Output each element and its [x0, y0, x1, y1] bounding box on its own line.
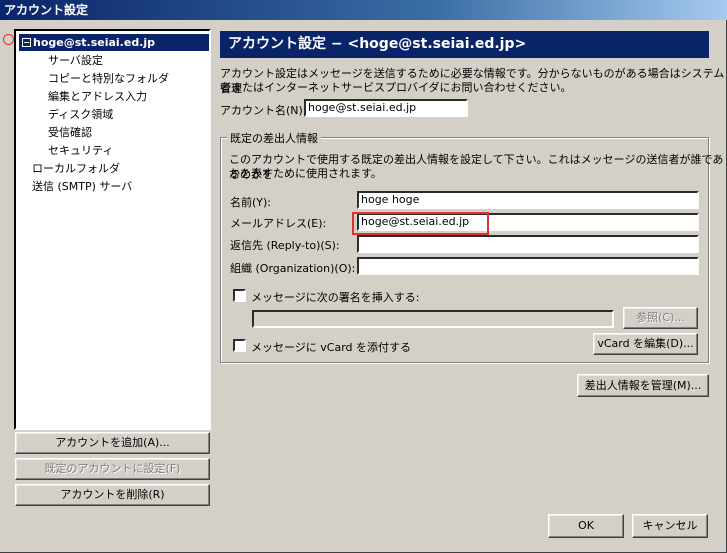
tree-item-copies-folders[interactable]: コピーと特別なフォルダ — [48, 70, 169, 87]
set-default-button[interactable]: 既定のアカウントに設定(F) — [15, 458, 210, 480]
signature-checkbox[interactable] — [233, 289, 246, 302]
account-name-label: アカウント名(N): — [220, 104, 307, 117]
account-name-input[interactable]: hoge@st.seiai.ed.jp — [304, 99, 468, 117]
account-settings-window: アカウント設定 − hoge@st.seiai.ed.jp サーバ設定 コピーと… — [0, 0, 727, 553]
signature-checkbox-label: メッセージに次の署名を挿入する: — [251, 291, 420, 304]
tree-item-disk-space[interactable]: ディスク領域 — [48, 106, 113, 123]
tree-item-account-label: hoge@st.seiai.ed.jp — [33, 36, 156, 49]
browse-button[interactable]: 参照(C)... — [623, 307, 698, 329]
tree-item-local-folders[interactable]: ローカルフォルダ — [32, 160, 120, 177]
tree-item-smtp-server[interactable]: 送信 (SMTP) サーバ — [32, 178, 132, 195]
annotation-highlight — [352, 212, 489, 235]
reply-to-input[interactable] — [357, 235, 699, 253]
panel-header: アカウント設定 − <hoge@st.seiai.ed.jp> — [220, 31, 709, 58]
organization-label: 組織 (Organization)(O): — [230, 262, 356, 275]
account-tree[interactable]: − hoge@st.seiai.ed.jp サーバ設定 コピーと特別なフォルダ … — [14, 29, 211, 430]
tree-item-server-settings[interactable]: サーバ設定 — [48, 52, 103, 69]
vcard-checkbox-label: メッセージに vCard を添付する — [251, 341, 412, 354]
annotation-circle — [3, 34, 14, 45]
organization-input[interactable] — [357, 257, 699, 275]
tree-item-return-receipts[interactable]: 受信確認 — [48, 124, 92, 141]
name-label: 名前(Y): — [230, 196, 272, 209]
signature-file-input[interactable] — [252, 310, 614, 328]
email-label: メールアドレス(E): — [230, 217, 327, 230]
name-input[interactable]: hoge hoge — [357, 191, 699, 209]
reply-to-label: 返信先 (Reply-to)(S): — [230, 239, 340, 252]
identity-description-2: かを表すために使用されます。 — [229, 167, 382, 180]
edit-vcard-button[interactable]: vCard を編集(D)... — [593, 333, 698, 355]
vcard-checkbox[interactable] — [233, 339, 246, 352]
window-title: アカウント設定 — [0, 0, 727, 20]
cancel-button[interactable]: キャンセル — [632, 514, 708, 538]
delete-account-button[interactable]: アカウントを削除(R) — [15, 484, 210, 506]
panel-description-2: 者またはインターネットサービスプロバイダにお問い合わせください。 — [220, 81, 572, 94]
tree-item-composition[interactable]: 編集とアドレス入力 — [48, 88, 147, 105]
manage-identities-button[interactable]: 差出人情報を管理(M)... — [577, 374, 709, 397]
identity-group-title: 既定の差出人情報 — [227, 130, 321, 146]
ok-button[interactable]: OK — [548, 514, 624, 538]
tree-item-security[interactable]: セキュリティ — [48, 142, 113, 159]
add-account-button[interactable]: アカウントを追加(A)... — [15, 432, 210, 454]
tree-item-account[interactable]: − hoge@st.seiai.ed.jp — [19, 34, 209, 51]
collapse-icon[interactable]: − — [22, 38, 31, 47]
